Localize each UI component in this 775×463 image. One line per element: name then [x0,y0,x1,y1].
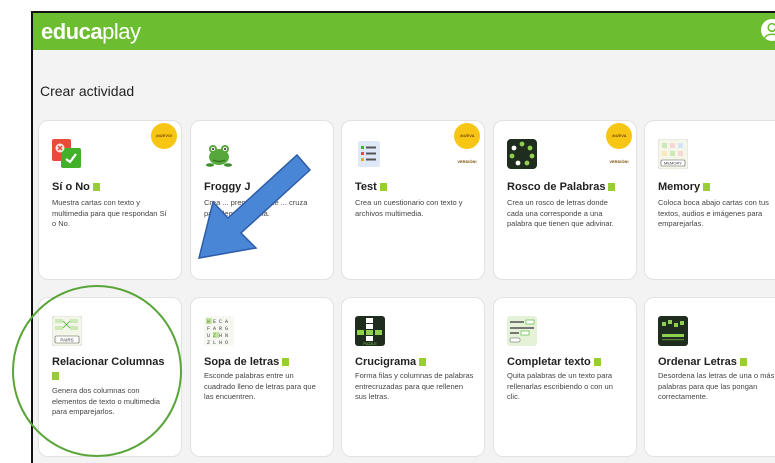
svg-text:F A R G: F A R G [207,326,228,332]
pairs-icon: PAIRS [52,316,82,346]
card-title: Relacionar Columnas [52,355,173,383]
yes-no-icon [52,139,81,168]
edit-square-icon [608,183,616,191]
new-badge: ¡NUEVO! [151,123,177,149]
card-description: Forma filas y columnas de palabras entre… [355,371,474,401]
order-letters-icon [658,316,688,346]
memory-icon: MEMORY [658,139,688,169]
card-title: Sopa de letras [204,355,325,369]
card-description: Crea un cuestionario con texto y archivo… [355,198,463,218]
activity-card-crucigrama[interactable]: PUZZLE Crucigrama Forma filas y columnas… [341,297,485,457]
edit-square-icon [419,358,427,366]
card-description: Crea un rosco de letras donde cada una c… [507,198,614,228]
svg-text:Z L H O: Z L H O [207,340,228,346]
activity-card-memory[interactable]: MEMORY Memory Coloca boca abajo cartas c… [644,120,775,280]
card-description: Genera dos columnas con elementos de tex… [52,386,160,416]
svg-text:MEMORY: MEMORY [664,161,682,166]
user-avatar-icon[interactable] [759,17,775,43]
card-description: Coloca boca abajo cartas con tus textos,… [658,198,769,228]
card-description: Desordena las letras de una o más palabr… [658,371,775,401]
activity-card-test[interactable]: ¡NUEVA VERSIÓN! Test Crea un cuestionari… [341,120,485,280]
edit-square-icon [739,358,747,366]
frog-icon [206,145,232,167]
card-title: Test [355,180,476,194]
letter-wheel-icon [507,139,537,169]
card-description: Muestra cartas con texto y multimedia pa… [52,198,167,228]
edit-square-icon [379,183,387,191]
card-description: Crea ... preguntas que ... cruza para ll… [204,198,308,218]
activity-card-si-o-no[interactable]: ¡NUEVO! Sí o No Muestra cartas con texto… [38,120,182,280]
edit-square-icon [92,183,100,191]
word-search-icon: W E C AF A R GU Z H NZ L H O [204,316,234,346]
crossword-icon: PUZZLE [355,316,385,346]
activity-card-froggy-jumps[interactable]: Froggy J Crea ... preguntas que ... cruz… [190,120,334,280]
svg-text:PAIRS: PAIRS [60,337,73,342]
card-description: Quita palabras de un texto para rellenar… [507,371,613,401]
new-version-badge: ¡NUEVA VERSIÓN! [454,123,480,164]
activity-card-completar-texto[interactable]: Completar texto Quita palabras de un tex… [493,297,637,457]
svg-text:PUZZLE: PUZZLE [363,342,377,346]
card-title: Rosco de Palabras [507,180,628,194]
fill-text-icon [507,316,537,346]
activity-card-sopa-de-letras[interactable]: W E C AF A R GU Z H NZ L H O Sopa de let… [190,297,334,457]
edit-square-icon [703,183,711,191]
top-navbar: educaplay [33,13,775,50]
card-title: Memory [658,180,775,194]
card-description: Esconde palabras entre un cuadrado lleno… [204,371,316,401]
checklist-icon [358,141,380,167]
card-title: Froggy J [204,181,251,193]
card-title: Completar texto [507,355,628,369]
new-version-badge: ¡NUEVA VERSIÓN! [606,123,632,164]
edit-square-icon [52,372,59,380]
edit-square-icon [282,358,290,366]
browser-viewport: educaplay Crear actividad ¡NUEVO! Sí o N… [31,11,775,463]
activity-card-relacionar-columnas[interactable]: PAIRS Relacionar Columnas Genera dos col… [38,297,182,457]
activity-card-rosco-de-palabras[interactable]: ¡NUEVA VERSIÓN! Rosco de Palabras Crea u… [493,120,637,280]
card-title: Ordenar Letras [658,355,775,369]
edit-square-icon [593,358,601,366]
card-title: Crucigrama [355,355,476,369]
page-title: Crear actividad [40,83,135,99]
activity-card-ordenar-letras[interactable]: Ordenar Letras Desordena las letras de u… [644,297,775,457]
educaplay-logo[interactable]: educaplay [41,19,141,45]
card-title: Sí o No [52,180,173,194]
